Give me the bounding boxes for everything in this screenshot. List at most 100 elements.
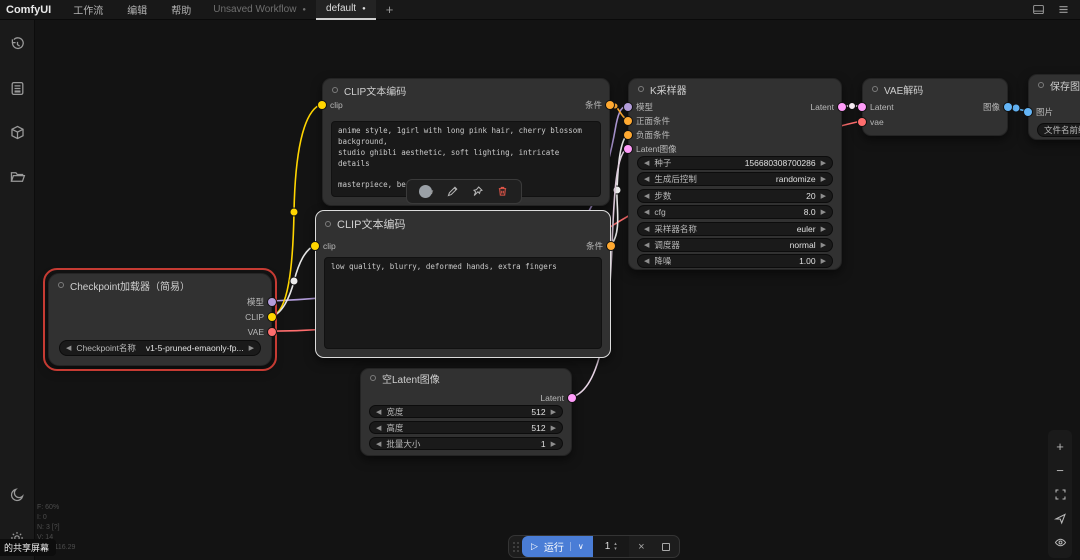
output-port-image[interactable]: 图像	[983, 102, 1012, 112]
reroute-dot-clip[interactable]	[290, 208, 298, 216]
reroute-dot-latent[interactable]	[849, 103, 856, 110]
left-arrow-icon[interactable]: ◀	[644, 192, 649, 200]
conditioning-port-dot[interactable]	[607, 242, 615, 250]
model-port-dot[interactable]	[624, 103, 632, 111]
right-arrow-icon[interactable]: ▶	[249, 344, 254, 352]
widget-height[interactable]: ◀ 高度 512 ▶	[369, 421, 563, 434]
right-arrow-icon[interactable]: ▶	[821, 225, 826, 233]
widget-value[interactable]: 512	[531, 423, 545, 433]
filename-prefix-widget[interactable]: 文件名前缀	[1037, 123, 1080, 137]
pin-button[interactable]	[471, 185, 484, 198]
right-arrow-icon[interactable]: ▶	[821, 159, 826, 167]
clip-port-dot[interactable]	[268, 313, 276, 321]
theme-toggle-button[interactable]	[0, 474, 35, 514]
tab-unsaved-workflow[interactable]: Unsaved Workflow ●	[203, 0, 316, 20]
batch-count-stepper[interactable]: 1 ▴ ▾	[593, 536, 629, 557]
widget-sampler-name[interactable]: ◀ 采样器名称 euler ▶	[637, 222, 833, 236]
input-port-latent[interactable]: Latent	[858, 102, 894, 112]
collapse-dot-icon[interactable]	[58, 282, 64, 288]
widget-value[interactable]: randomize	[776, 174, 816, 184]
output-port-vae[interactable]: VAE	[248, 327, 276, 337]
widget-value[interactable]: 8.0	[804, 207, 816, 217]
left-arrow-icon[interactable]: ◀	[644, 225, 649, 233]
zoom-in-button[interactable]: +	[1048, 434, 1072, 458]
node-header[interactable]: 空Latent图像	[361, 369, 571, 387]
checkpoint-name-widget[interactable]: ◀ Checkpoint名称 v1-5-pruned-emaonly-fp...…	[59, 340, 261, 356]
image-port-dot[interactable]	[1024, 108, 1032, 116]
widget-value[interactable]: 20	[806, 191, 815, 201]
widget-value[interactable]: 1.00	[799, 256, 816, 266]
collapse-dot-icon[interactable]	[872, 86, 878, 92]
sidebar-item-queue[interactable]	[0, 24, 35, 64]
input-port-model[interactable]: 模型	[624, 102, 653, 112]
collapse-dot-icon[interactable]	[1038, 82, 1044, 88]
node-color-button[interactable]: ∨	[419, 185, 434, 198]
clip-port-dot[interactable]	[318, 101, 326, 109]
toggle-links-button[interactable]	[1048, 530, 1072, 554]
sidebar-item-model-library[interactable]	[0, 112, 35, 152]
zoom-out-button[interactable]: −	[1048, 458, 1072, 482]
stop-button[interactable]	[654, 536, 679, 557]
left-arrow-icon[interactable]: ◀	[644, 208, 649, 216]
menu-workflow[interactable]: 工作流	[61, 2, 115, 17]
widget-value[interactable]: 512	[531, 407, 545, 417]
node-canvas[interactable]: CLIP文本编码 clip 条件 anime style, 1girl with…	[0, 0, 1080, 560]
right-arrow-icon[interactable]: ▶	[551, 408, 556, 416]
run-button[interactable]: ▷ 运行 ∨	[522, 536, 593, 557]
widget-steps[interactable]: ◀ 步数 20 ▶	[637, 189, 833, 203]
input-port-clip[interactable]: clip	[311, 241, 336, 251]
select-mode-button[interactable]	[1048, 506, 1072, 530]
prompt-textarea[interactable]: low quality, blurry, deformed hands, ext…	[324, 257, 602, 349]
menu-edit[interactable]: 编辑	[115, 2, 159, 17]
right-arrow-icon[interactable]: ▶	[551, 440, 556, 448]
menu-help[interactable]: 帮助	[159, 2, 203, 17]
input-port-latent-image[interactable]: Latent图像	[624, 144, 677, 154]
decrement-icon[interactable]: ▾	[614, 547, 617, 552]
left-arrow-icon[interactable]: ◀	[66, 344, 71, 352]
left-arrow-icon[interactable]: ◀	[644, 159, 649, 167]
left-arrow-icon[interactable]: ◀	[376, 440, 381, 448]
node-header[interactable]: K采样器	[629, 79, 841, 99]
collapse-dot-icon[interactable]	[325, 221, 331, 227]
widget-value[interactable]: 156680308700286	[745, 158, 816, 168]
widget-batch-size[interactable]: ◀ 批量大小 1 ▶	[369, 437, 563, 450]
conditioning-port-dot[interactable]	[624, 131, 632, 139]
clear-queue-button[interactable]: ×	[629, 536, 654, 557]
left-arrow-icon[interactable]: ◀	[376, 424, 381, 432]
left-arrow-icon[interactable]: ◀	[644, 241, 649, 249]
node-header[interactable]: CLIP文本编码	[316, 211, 610, 237]
right-arrow-icon[interactable]: ▶	[821, 257, 826, 265]
toolbar-drag-handle[interactable]	[509, 536, 522, 557]
output-port-latent[interactable]: Latent	[540, 393, 576, 403]
node-checkpoint-loader[interactable]: Checkpoint加载器（简易） 模型 CLIP VAE ◀ Checkpoi…	[48, 273, 272, 366]
collapse-dot-icon[interactable]	[638, 86, 644, 92]
node-clip-text-encode-negative[interactable]: CLIP文本编码 clip 条件 low quality, blurry, de…	[315, 210, 611, 358]
right-arrow-icon[interactable]: ▶	[821, 208, 826, 216]
node-header[interactable]: Checkpoint加载器（简易）	[49, 274, 271, 296]
node-vae-decode[interactable]: VAE解码 Latent vae 图像	[862, 78, 1008, 136]
reroute-dot-clip2[interactable]	[290, 277, 298, 285]
input-port-vae[interactable]: vae	[858, 117, 884, 127]
widget-denoise[interactable]: ◀ 降噪 1.00 ▶	[637, 254, 833, 268]
input-port-negative[interactable]: 负面条件	[624, 130, 670, 140]
output-port-conditioning[interactable]: 条件	[585, 100, 614, 110]
latent-port-dot[interactable]	[624, 145, 632, 153]
sidebar-item-node-library[interactable]	[0, 68, 35, 108]
vae-port-dot[interactable]	[268, 328, 276, 336]
input-port-positive[interactable]: 正面条件	[624, 116, 670, 126]
vae-port-dot[interactable]	[858, 118, 866, 126]
main-menu-button[interactable]	[1057, 3, 1070, 16]
widget-seed[interactable]: ◀ 种子 156680308700286 ▶	[637, 156, 833, 170]
conditioning-port-dot[interactable]	[606, 101, 614, 109]
widget-value[interactable]: 1	[541, 439, 546, 449]
output-port-latent[interactable]: Latent	[810, 102, 846, 112]
run-options-dropdown[interactable]: ∨	[570, 542, 584, 551]
batch-count-value[interactable]: 1	[605, 541, 611, 552]
edit-brush-button[interactable]	[446, 185, 459, 198]
tab-default[interactable]: default ●	[316, 0, 376, 20]
conditioning-port-dot[interactable]	[624, 117, 632, 125]
node-header[interactable]: 保存图像	[1029, 75, 1080, 95]
new-workflow-tab-button[interactable]: +	[376, 2, 404, 17]
right-arrow-icon[interactable]: ▶	[821, 175, 826, 183]
right-arrow-icon[interactable]: ▶	[821, 241, 826, 249]
